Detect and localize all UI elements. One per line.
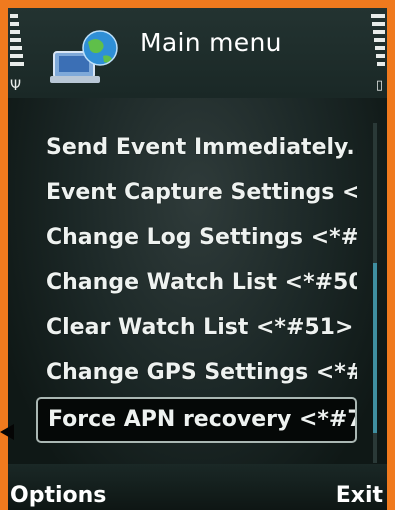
menu-item-change-gps-settings[interactable]: Change GPS Settings <*#... [36,351,357,395]
charger-icon: ▯ [375,78,383,93]
antenna-icon: Ψ [10,78,22,94]
menu-item-force-apn-recovery[interactable]: Force APN recovery <*#7... [36,397,357,443]
screen-background: Ψ Main menu ▯ Send Event Immediately... … [8,8,387,510]
options-softkey[interactable]: Options [10,483,106,508]
menu-item-event-capture-settings[interactable]: Event Capture Settings <... [36,171,357,215]
phone-screen-frame: Ψ Main menu ▯ Send Event Immediately... … [0,0,395,510]
globe-computer-icon [48,26,128,88]
page-title: Main menu [140,28,282,57]
menu-item-clear-watch-list[interactable]: Clear Watch List <*#51> [36,306,357,350]
softkey-bar: Options Exit [8,464,387,510]
menu-item-send-event[interactable]: Send Event Immediately... [36,126,357,170]
main-menu-list: Send Event Immediately... Event Capture … [36,126,357,444]
menu-item-change-log-settings[interactable]: Change Log Settings <*#... [36,216,357,260]
menu-item-change-watch-list[interactable]: Change Watch List <*#50> [36,261,357,305]
status-header: Ψ Main menu ▯ [8,8,387,98]
scrollbar-thumb[interactable] [373,263,377,433]
exit-softkey[interactable]: Exit [336,483,383,508]
pointer-arrow-icon [0,424,14,440]
